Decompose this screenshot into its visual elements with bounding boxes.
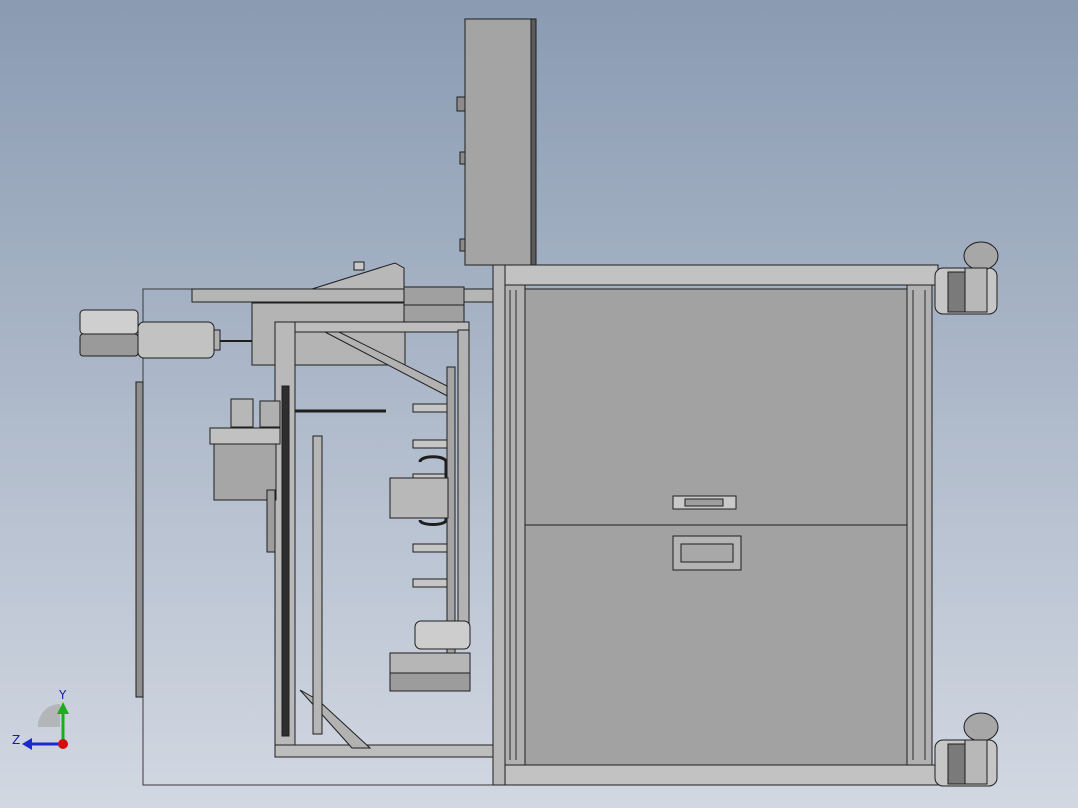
z-axis-label: Z [12, 733, 20, 747]
caster-bottom [934, 712, 999, 787]
pin-array [389, 403, 449, 588]
cabinet-doors [524, 288, 908, 766]
control-box-knob-icon [456, 96, 466, 112]
origin-dot [58, 739, 68, 749]
cad-viewport[interactable]: Y Z [0, 0, 1078, 808]
left-door-hinge-strip [135, 381, 144, 698]
control-box [456, 18, 537, 266]
coordinate-triad-icon: Y Z [12, 688, 69, 750]
inner-frame [274, 321, 496, 758]
motor-assembly [79, 309, 252, 359]
y-axis-label: Y [58, 688, 67, 702]
cylinder-block [209, 398, 386, 553]
motor-body [137, 321, 215, 359]
lower-pulley [389, 620, 471, 692]
motor-end-cap [79, 309, 139, 335]
control-box-latch-icon [459, 151, 466, 165]
machine-side-view [79, 18, 999, 787]
linear-guide-rail [281, 385, 290, 737]
upper-door [524, 288, 908, 526]
caster-top [934, 241, 999, 315]
